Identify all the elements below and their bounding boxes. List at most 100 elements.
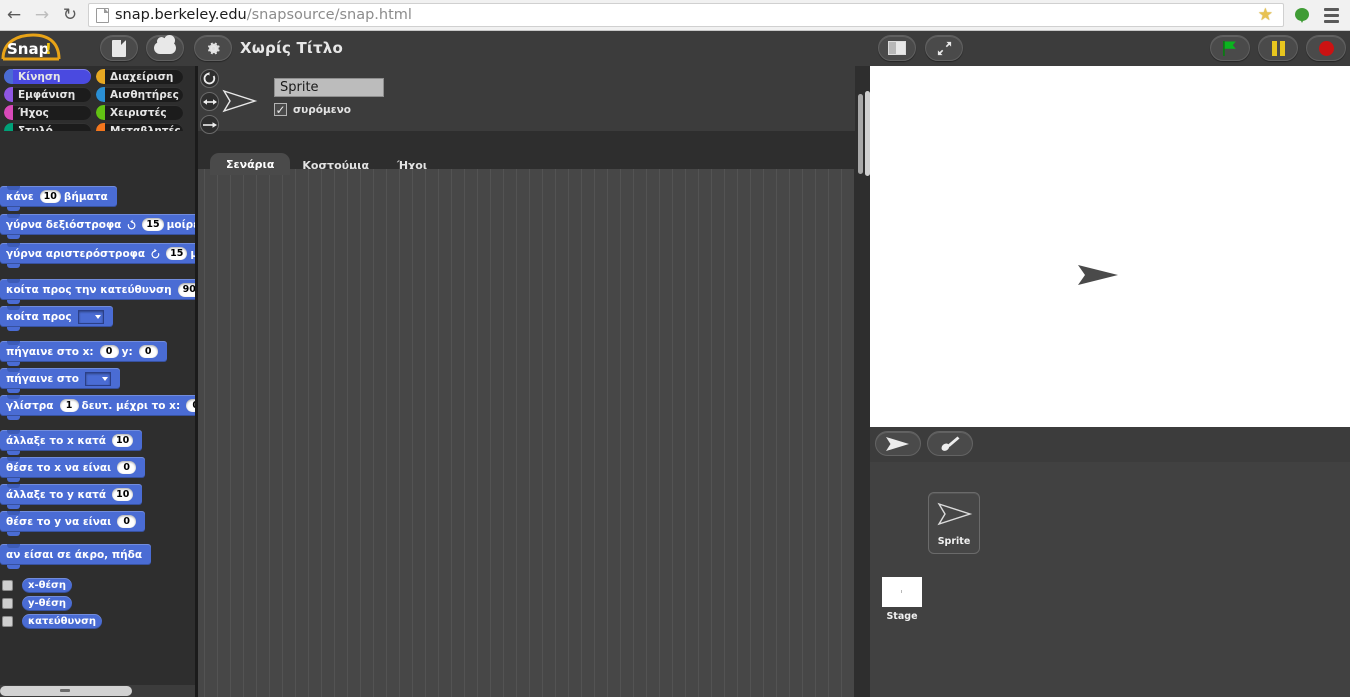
palette-block-8[interactable]: άλλαξε το x κατά 10 — [0, 430, 143, 455]
star-icon[interactable]: ★ — [1252, 5, 1279, 25]
palette-reporter-0[interactable]: x-θέση — [22, 578, 72, 593]
block-label: x-θέση — [28, 580, 66, 591]
browser-chrome: ← → ↻ snap.berkeley.edu/snapsource/snap.… — [0, 0, 1350, 31]
corral-sprite-item[interactable]: Sprite — [928, 492, 980, 554]
palette-block-6[interactable]: πήγαινε στο — [0, 368, 120, 393]
rotate-left-right-icon — [202, 98, 217, 105]
palette-vscroll-handle[interactable] — [858, 94, 863, 174]
block-input-slot[interactable]: 0 — [117, 515, 137, 528]
forward-arrow-icon[interactable]: → — [28, 1, 56, 29]
palette-block-10[interactable]: άλλαξε το y κατά 10 — [0, 484, 143, 509]
green-flag-icon — [1223, 40, 1236, 56]
add-sprite-button[interactable] — [875, 431, 921, 456]
category-label: Χειριστές — [110, 106, 167, 119]
block-input-slot[interactable]: 1 — [59, 399, 79, 412]
pause-button[interactable] — [1258, 35, 1298, 61]
palette-hscroll-handle[interactable] — [0, 686, 132, 696]
snap-logo[interactable]: Snap ! — [1, 33, 63, 63]
palette-horizontal-scrollbar[interactable] — [0, 685, 195, 697]
paintbrush-icon — [941, 436, 960, 451]
stop-button[interactable] — [1306, 35, 1346, 61]
url-text: snap.berkeley.edu/snapsource/snap.html — [115, 7, 412, 23]
rotate-none-button[interactable] — [200, 115, 219, 134]
palette-block-5[interactable]: πήγαινε στο x: 0 y: 0 — [0, 341, 167, 366]
palette-block-7[interactable]: γλίστρα 1δευτ. μέχρι το x: 0 — [0, 395, 195, 420]
stage[interactable] — [870, 66, 1350, 427]
extension-balloon-icon[interactable] — [1295, 7, 1309, 23]
snap-ide: Snap ! Χωρίς Τίτλο Κίνηση Εμφάνιση Ήχος … — [0, 31, 1350, 697]
block-dropdown-slot[interactable]: 90 — [177, 282, 195, 297]
settings-button[interactable] — [194, 35, 232, 61]
category-button-5[interactable]: Αισθητήρες — [96, 87, 183, 102]
category-swatch — [4, 87, 13, 102]
block-label: y: — [121, 345, 133, 358]
corral-stage-thumbnail — [882, 577, 922, 607]
rotate-freely-button[interactable] — [200, 69, 219, 88]
gear-icon — [207, 41, 220, 54]
green-flag-button[interactable] — [1210, 35, 1250, 61]
corral-sprite-label: Sprite — [937, 536, 971, 547]
back-arrow-icon[interactable]: ← — [0, 1, 28, 29]
palette-block-3[interactable]: κοίτα προς την κατεύθυνση 90 — [0, 279, 195, 304]
svg-text:Snap: Snap — [7, 40, 50, 58]
category-button-2[interactable]: Ήχος — [4, 105, 91, 120]
hamburger-menu-icon[interactable] — [1318, 4, 1344, 26]
rotate-none-icon — [202, 121, 217, 128]
palette-reporter-2[interactable]: κατεύθυνση — [22, 614, 103, 629]
corral-stage-item[interactable]: Stage — [878, 577, 942, 641]
block-dropdown-slot[interactable] — [77, 309, 104, 324]
cloud-icon — [154, 35, 176, 54]
watcher-checkbox-0[interactable] — [2, 580, 13, 591]
category-button-4[interactable]: Διαχείριση — [96, 69, 183, 84]
reload-icon[interactable]: ↻ — [56, 1, 84, 29]
palette-block-11[interactable]: θέσε το y να είναι 0 — [0, 511, 146, 536]
category-button-1[interactable]: Εμφάνιση — [4, 87, 91, 102]
palette-block-1[interactable]: γύρνα δεξιόστροφα 15μοίρες — [0, 214, 195, 239]
tab-0[interactable]: Σενάρια — [210, 153, 291, 175]
new-sprite-arrow-icon — [886, 436, 909, 451]
category-label: Κίνηση — [18, 70, 61, 83]
block-dropdown-slot[interactable] — [84, 371, 111, 386]
palette-block-12[interactable]: αν είσαι σε άκρο, πήδα — [0, 544, 152, 569]
sprite-corral[interactable]: Sprite Stage — [870, 462, 1350, 697]
palette-block-9[interactable]: θέσε το x να είναι 0 — [0, 457, 146, 482]
blocks-palette[interactable]: κάνε10βήματα γύρνα δεξιόστροφα15μοίρες γύρ… — [0, 131, 195, 697]
block-input-slot[interactable]: 10 — [112, 434, 134, 447]
project-title: Χωρίς Τίτλο — [240, 39, 343, 57]
scripting-area-vertical-scrollbar[interactable] — [855, 66, 870, 697]
presentation-mode-button[interactable] — [925, 35, 963, 61]
block-input-slot[interactable]: 0 — [117, 461, 137, 474]
block-input-slot[interactable]: 15 — [166, 247, 188, 260]
block-label: κατεύθυνση — [28, 616, 97, 627]
cloud-button[interactable] — [146, 35, 184, 61]
stage-sprite-arrow-icon[interactable] — [1076, 262, 1120, 288]
watcher-checkbox-1[interactable] — [2, 598, 13, 609]
block-label: γλίστρα — [6, 399, 54, 412]
turn-right-icon — [128, 219, 136, 229]
category-button-0[interactable]: Κίνηση — [4, 69, 91, 84]
block-input-slot[interactable]: 0 — [99, 345, 119, 358]
palette-block-4[interactable]: κοίτα προς — [0, 306, 113, 331]
category-button-6[interactable]: Χειριστές — [96, 105, 183, 120]
pause-icon — [1271, 40, 1285, 56]
block-input-slot[interactable]: 0 — [138, 345, 158, 358]
category-swatch — [96, 87, 105, 102]
sprite-name-field[interactable]: Sprite — [274, 78, 384, 97]
block-input-slot[interactable]: 0 — [186, 399, 195, 412]
draggable-checkbox[interactable]: ✓ — [274, 103, 287, 116]
palette-block-2[interactable]: γύρνα αριστερόστροφα15μοίρες — [0, 243, 195, 268]
palette-reporter-1[interactable]: y-θέση — [22, 596, 73, 611]
sprite-thumbnail — [222, 88, 258, 114]
watcher-checkbox-2[interactable] — [2, 616, 13, 627]
project-menu-button[interactable] — [100, 35, 138, 61]
rotate-left-right-button[interactable] — [200, 92, 219, 111]
block-input-slot[interactable]: 15 — [142, 218, 164, 231]
address-bar[interactable]: snap.berkeley.edu/snapsource/snap.html ★ — [88, 3, 1284, 27]
paint-sprite-button[interactable] — [927, 431, 973, 456]
palette-block-0[interactable]: κάνε 10 βήματα — [0, 186, 117, 211]
block-input-slot[interactable]: 10 — [39, 190, 61, 203]
stage-size-icon — [888, 41, 906, 55]
stage-size-button[interactable] — [878, 35, 916, 61]
block-input-slot[interactable]: 10 — [112, 488, 134, 501]
scripting-area[interactable] — [198, 175, 854, 697]
